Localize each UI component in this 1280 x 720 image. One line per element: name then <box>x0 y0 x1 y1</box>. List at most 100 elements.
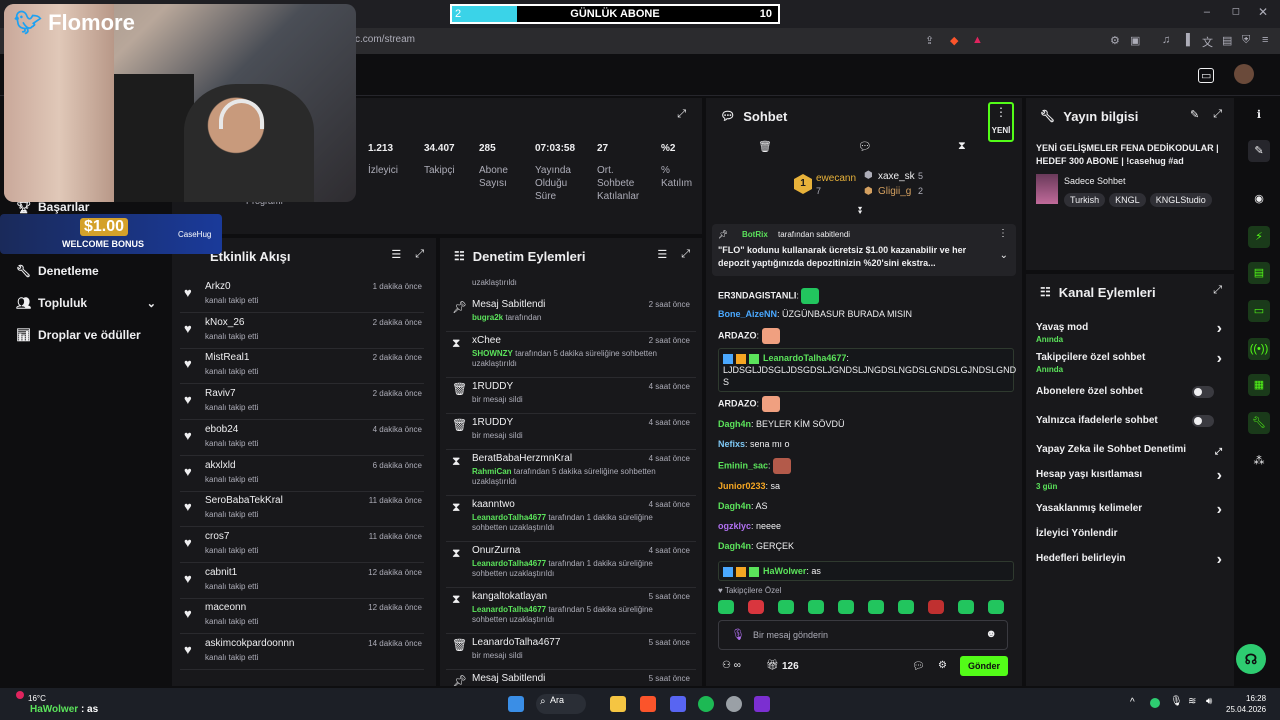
avatar[interactable] <box>1234 64 1254 84</box>
lightning-icon[interactable]: ⚡︎ <box>1248 226 1270 248</box>
vpn-icon[interactable]: ⛨ <box>1242 34 1250 47</box>
close-icon[interactable]: ✕ <box>1258 5 1268 19</box>
list-item[interactable]: ♥ kNox_26 kanalı takip etti 2 dakika önce <box>180 314 424 349</box>
people-icon[interactable]: ⚇ ∞ <box>722 660 741 671</box>
url-text[interactable]: c.com/stream <box>355 34 415 45</box>
filter-icon[interactable]: ☰ <box>391 248 401 261</box>
channel-action-item[interactable]: Yapay Zeka ile Sohbet Denetimi ⤢ <box>1036 444 1226 457</box>
discord-icon[interactable] <box>670 696 686 712</box>
emote-icon[interactable] <box>778 600 794 614</box>
mod-actor[interactable]: LeanardoTalha4677 <box>472 513 546 522</box>
wrench-icon[interactable]: 🔧︎ <box>1248 412 1270 434</box>
emote-icon[interactable] <box>898 600 914 614</box>
leader-name[interactable]: Gligii_g <box>878 186 911 197</box>
camera-icon[interactable]: ◉ <box>1248 188 1270 210</box>
gift-icon[interactable]: 🎁︎ <box>766 660 779 671</box>
list-item[interactable]: 📌︎ Mesaj Sabitlendi 5 saat önce <box>446 670 696 686</box>
channel-action-item[interactable]: Takipçilere özel sohbet Anında › <box>1036 350 1226 374</box>
brave-shield-icon[interactable]: ◆ <box>950 34 958 47</box>
mod-actor[interactable]: SHOWNZY <box>472 349 513 358</box>
nav-achievements[interactable]: 🏆︎ Başarılar <box>16 200 89 214</box>
minimize-icon[interactable]: – <box>1204 6 1210 18</box>
volume-icon[interactable]: 🔊︎ <box>1206 696 1212 707</box>
list-item[interactable]: ♥ ebob24 kanalı takip etti 4 dakika önce <box>180 421 424 456</box>
emote-icon[interactable] <box>838 600 854 614</box>
chat-username[interactable]: ogzklyc <box>718 521 751 531</box>
list-item[interactable]: 🗑︎ 1RUDDY bir mesajı sildi 4 saat önce <box>446 414 696 450</box>
rewards-icon[interactable]: ▲ <box>972 34 983 46</box>
emote-icon[interactable] <box>808 600 824 614</box>
edit-icon[interactable]: ✎ <box>1190 108 1199 121</box>
people-icon[interactable]: ⁂ <box>1248 450 1270 472</box>
emote-icon[interactable] <box>988 600 1004 614</box>
inbox-icon[interactable]: ▭ <box>1198 68 1215 83</box>
category-thumbnail[interactable] <box>1036 174 1058 204</box>
nav-moderation[interactable]: 🔧︎ Denetleme <box>16 264 99 278</box>
nav-community[interactable]: 👥︎ Topluluk ⌄ <box>16 296 156 310</box>
chevron-right-icon[interactable]: › <box>1217 350 1222 368</box>
channel-action-item[interactable]: Hesap yaşı kısıtlaması 3 gün › <box>1036 467 1226 491</box>
trash-icon[interactable]: 🗑︎ <box>758 140 772 153</box>
channel-action-item[interactable]: Yasaklanmış kelimeler › <box>1036 501 1226 518</box>
extensions-icon[interactable]: ⚙ <box>1110 34 1120 47</box>
channel-action-item[interactable]: Hedefleri belirleyin › <box>1036 551 1226 568</box>
chat-input[interactable]: 🎙︎ Bir mesaj gönderin ☻ <box>718 620 1008 650</box>
chat-username[interactable]: LeanardoTalha4677 <box>763 353 846 363</box>
status-icon[interactable] <box>1150 698 1160 708</box>
translate-icon[interactable]: 文 <box>1202 34 1213 50</box>
channel-action-item[interactable]: İzleyici Yönlendir <box>1036 528 1226 539</box>
list-item[interactable]: ♥ cabnit1 kanalı takip etti 12 dakika önce <box>180 564 424 599</box>
mod-actor[interactable]: LeanardoTalha4677 <box>472 559 546 568</box>
chat-username[interactable]: Dagh4n <box>718 419 751 429</box>
channel-action-item[interactable]: Abonelere özel sohbet <box>1036 386 1226 398</box>
toggle-switch[interactable] <box>1192 386 1214 398</box>
external-link-icon[interactable]: ⤢ <box>1215 446 1222 457</box>
popout-icon[interactable]: ⤢ <box>1213 108 1222 121</box>
list-item[interactable]: ♥ Raviv7 kanalı takip etti 2 dakika önce <box>180 385 424 421</box>
mod-actor[interactable]: RahmiCan <box>472 467 512 476</box>
document-icon[interactable]: ▤ <box>1248 262 1270 284</box>
screenshot-icon[interactable]: ▣ <box>1130 34 1140 47</box>
gear-icon[interactable]: ⚙ <box>938 660 947 671</box>
brave-icon[interactable] <box>640 696 656 712</box>
music-icon[interactable]: ♫ <box>1162 34 1170 46</box>
mod-actor[interactable]: bugra2k <box>472 313 503 322</box>
channel-action-item[interactable]: Yavaş mod Anında › <box>1036 320 1226 344</box>
maximize-icon[interactable]: ◻ <box>1232 6 1240 17</box>
steam-icon[interactable] <box>726 696 742 712</box>
category-name[interactable]: Sadece Sohbet <box>1064 176 1126 186</box>
emote-icon[interactable] <box>748 600 764 614</box>
layout-icon[interactable]: ▦ <box>1248 374 1270 396</box>
chat-icon[interactable]: ▭ <box>1248 300 1270 322</box>
list-item[interactable]: ♥ MistReal1 kanalı takip etti 2 dakika önce <box>180 349 424 385</box>
chat-username[interactable]: Dagh4n <box>718 541 751 551</box>
chat-username[interactable]: Eminin_sac <box>718 460 768 470</box>
list-item[interactable]: 🗑︎ LeanardoTalha4677 bir mesajı sildi 5 saa… <box>446 634 696 670</box>
popout-icon[interactable]: ⤢ <box>1213 284 1222 297</box>
chat-username[interactable]: Junior0233 <box>718 481 766 491</box>
emote-icon[interactable] <box>868 600 884 614</box>
chevron-right-icon[interactable]: › <box>1217 501 1222 519</box>
wifi-icon[interactable]: ≋ <box>1188 696 1196 707</box>
chat-username[interactable]: Nefixs <box>718 439 745 449</box>
file-explorer-icon[interactable] <box>610 696 626 712</box>
clock[interactable]: 16:28 25.04.2026 <box>1226 693 1266 715</box>
obs-icon[interactable] <box>754 696 770 712</box>
chat-username[interactable]: Dagh4n <box>718 501 751 511</box>
nav-drops[interactable]: 📊︎ Droplar ve ödüller <box>16 328 141 342</box>
chat-username[interactable]: ARDAZO <box>718 398 757 408</box>
list-item[interactable]: ♥ Arkz0 kanalı takip etti 1 dakika önce <box>180 278 424 313</box>
channel-action-item[interactable]: Yalnızca ifadelerle sohbet <box>1036 415 1226 427</box>
popout-icon[interactable]: ⤢ <box>677 108 686 121</box>
mic-icon[interactable]: 🎙︎ <box>1170 696 1183 707</box>
menu-icon[interactable]: ≡ <box>1262 34 1268 46</box>
list-item[interactable]: 🗑︎ 1RUDDY bir mesajı sildi 4 saat önce <box>446 378 696 414</box>
broadcast-icon[interactable]: ((•)) <box>1248 338 1270 360</box>
hourglass-icon[interactable]: ⧗ <box>958 140 966 153</box>
list-item[interactable]: ♥ akxlxld kanalı takip etti 6 dakika önce <box>180 457 424 492</box>
spotify-icon[interactable] <box>698 696 714 712</box>
expand-icon[interactable]: ⏬︎ <box>858 206 863 217</box>
pinned-author[interactable]: BotRix <box>742 230 768 239</box>
emote-icon[interactable] <box>958 600 974 614</box>
chat-username[interactable]: HaWolwer <box>763 566 806 576</box>
